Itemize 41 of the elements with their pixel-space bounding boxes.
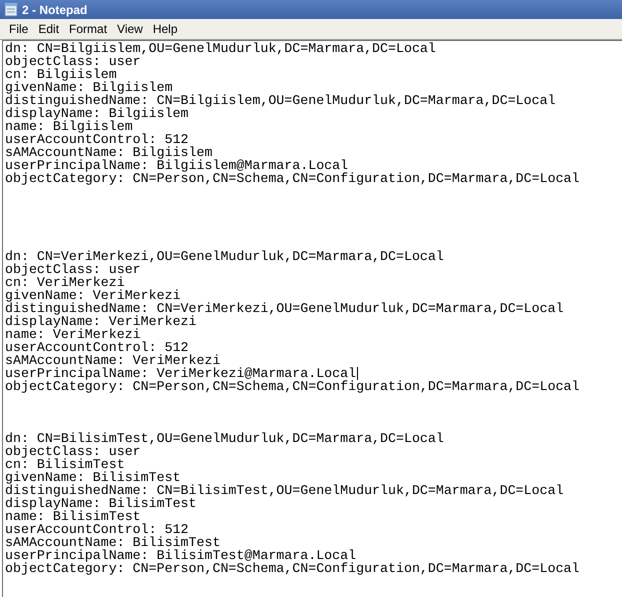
text-line: givenName: Bilgiislem [5,81,173,94]
text-line: sAMAccountName: VeriMerkezi [5,354,220,367]
text-line: displayName: Bilgiislem [5,107,189,120]
text-line: userAccountControl: 512 [5,341,189,354]
window-title: 2 - Notepad [22,2,88,18]
menu-item[interactable]: Format [64,20,112,38]
text-line: userPrincipalName: BilisimTest@Marmara.Local [5,549,356,562]
menu-item[interactable]: Help [148,20,183,38]
text-line: givenName: BilisimTest [5,471,181,484]
text-line: objectCategory: CN=Person,CN=Schema,CN=Configuration,DC=Marmara,DC=Local [5,562,580,575]
text-line: objectCategory: CN=Person,CN=Schema,CN=Configuration,DC=Marmara,DC=Local [5,380,580,393]
text-line: objectClass: user [5,263,141,276]
text-line: objectClass: user [5,445,141,458]
notepad-icon [4,2,18,17]
text-line: objectClass: user [5,55,141,68]
text-line: sAMAccountName: BilisimTest [5,536,220,549]
text-line: cn: Bilgiislem [5,68,117,81]
text-line: dn: CN=Bilgiislem,OU=GenelMudurluk,DC=Marmara,DC=Local [5,42,436,55]
text-line: userPrincipalName: VeriMerkezi@Marmara.Local [5,367,356,380]
text-line: sAMAccountName: Bilgiislem [5,146,212,159]
text-line: displayName: BilisimTest [5,497,197,510]
text-line: userAccountControl: 512 [5,133,189,146]
text-line: userPrincipalName: Bilgiislem@Marmara.Local [5,159,348,172]
text-line: name: Bilgiislem [5,120,133,133]
text-area[interactable] [2,40,622,597]
text-line: objectCategory: CN=Person,CN=Schema,CN=Configuration,DC=Marmara,DC=Local [5,172,580,185]
text-line: dn: CN=BilisimTest,OU=GenelMudurluk,DC=Marmara,DC=Local [5,432,444,445]
text-line: name: VeriMerkezi [5,328,141,341]
text-line: distinguishedName: CN=BilisimTest,OU=GenelMudurluk,DC=Marmara,DC=Local [5,484,564,497]
text-line: distinguishedName: CN=VeriMerkezi,OU=GenelMudurluk,DC=Marmara,DC=Local [5,302,564,315]
menu-item[interactable]: File [4,20,34,38]
menu-item[interactable]: View [112,20,148,38]
text-line: cn: BilisimTest [5,458,125,471]
text-line: cn: VeriMerkezi [5,276,125,289]
menu-item[interactable]: Edit [33,20,64,38]
text-line: givenName: VeriMerkezi [5,289,181,302]
text-line: userAccountControl: 512 [5,523,189,536]
text-line: name: BilisimTest [5,510,141,523]
text-line: displayName: VeriMerkezi [5,315,197,328]
text-line: distinguishedName: CN=Bilgiislem,OU=GenelMudurluk,DC=Marmara,DC=Local [5,94,556,107]
text-line: dn: CN=VeriMerkezi,OU=GenelMudurluk,DC=Marmara,DC=Local [5,250,444,263]
